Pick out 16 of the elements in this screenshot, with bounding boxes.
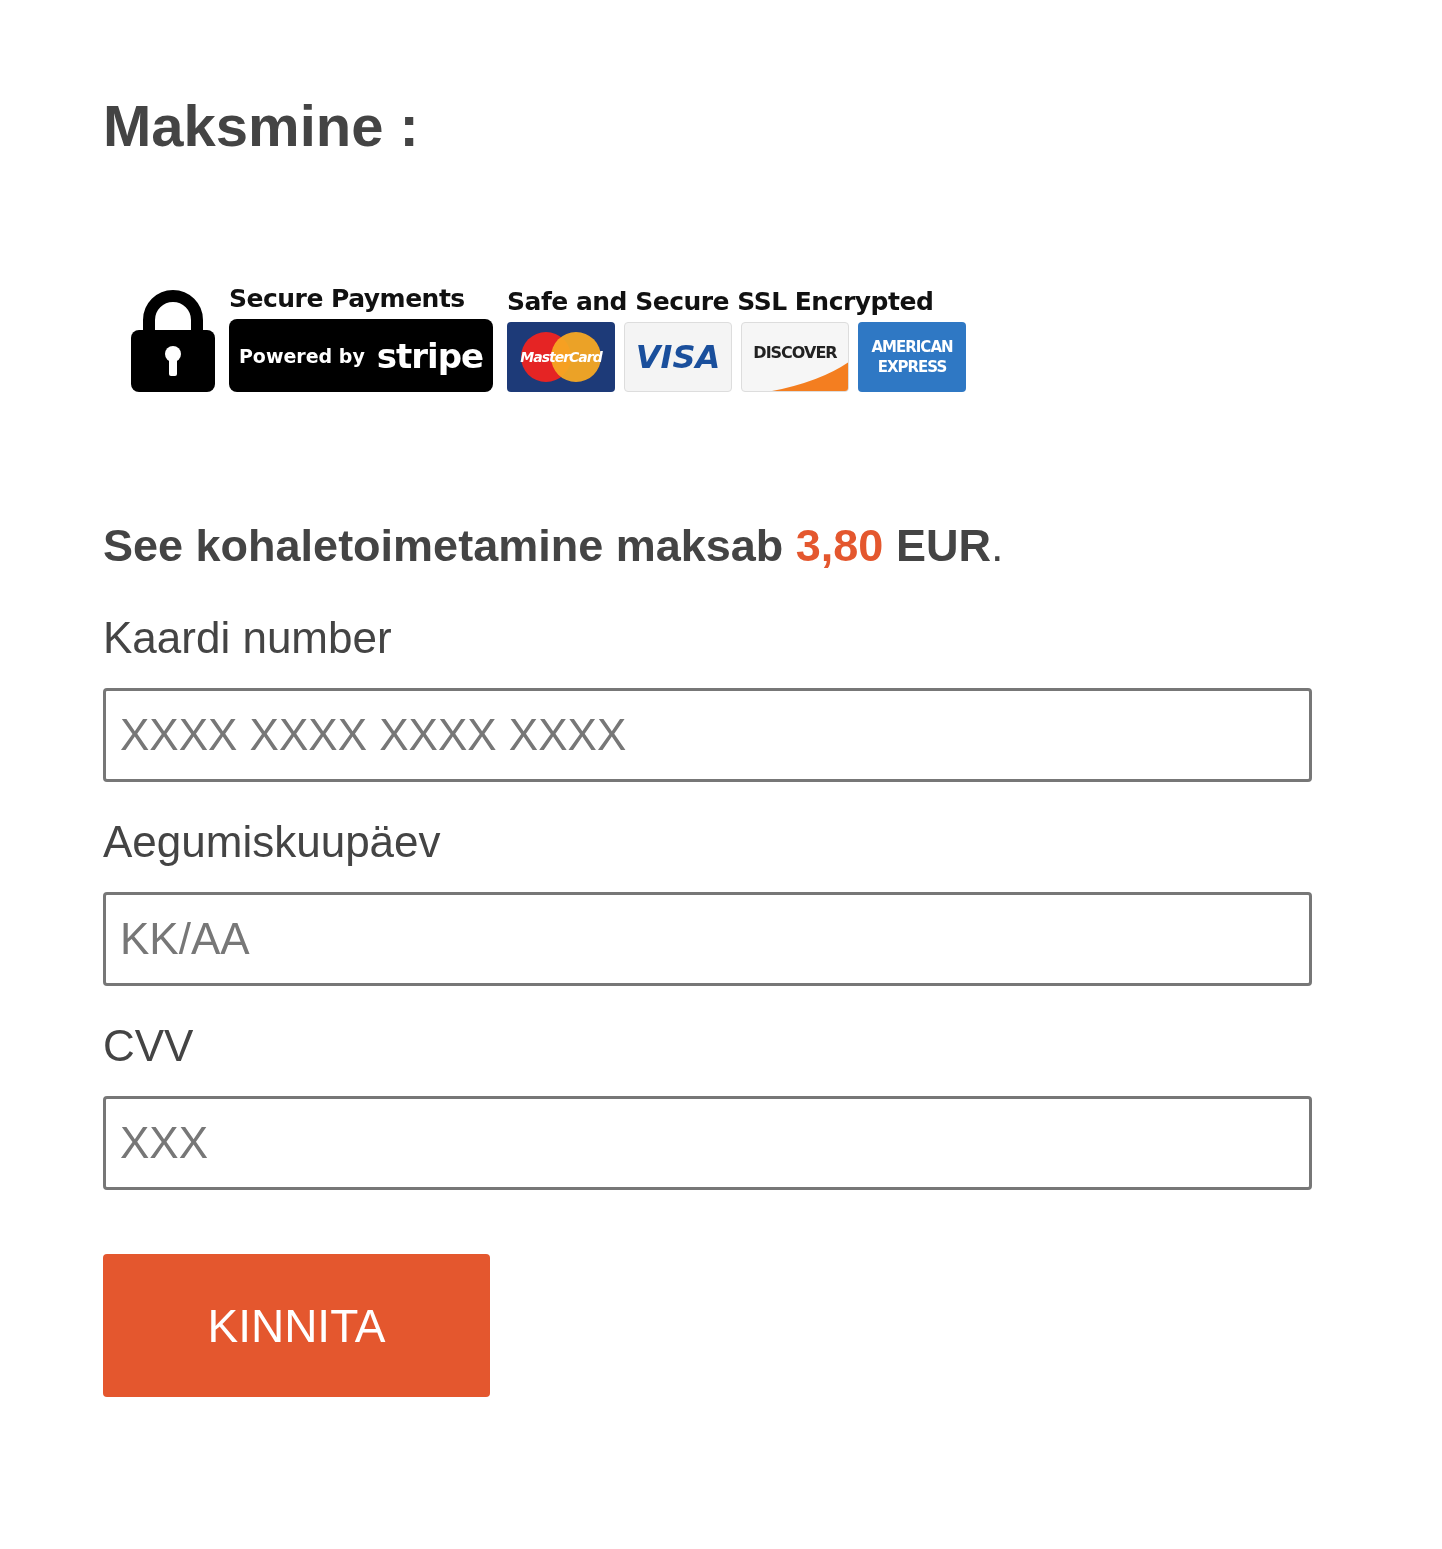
stripe-badge: Powered by stripe <box>229 319 493 392</box>
badge-title: Safe and Secure SSL Encrypted <box>507 287 935 316</box>
badge-title: Secure Payments <box>229 284 466 313</box>
input-field[interactable]: KK/AA <box>103 892 1312 986</box>
amex-logo: AMERICAN EXPRESS <box>858 322 966 392</box>
visa-logo: VISA <box>624 322 732 392</box>
input-field[interactable]: XXXX XXXX XXXX XXXX <box>103 688 1312 782</box>
price-sentence: See kohaletoimetamine maksab 3,80 EUR. <box>103 519 1005 573</box>
input-field[interactable]: XXX <box>103 1096 1312 1190</box>
field-label: Kaardi number <box>103 612 393 664</box>
discover-logo: DISCOVER <box>741 322 849 392</box>
field-label: CVV <box>103 1020 195 1072</box>
confirm-button[interactable]: KINNITA <box>103 1254 490 1397</box>
padlock-icon <box>131 290 215 392</box>
field-label: Aegumiskuupäev <box>103 816 442 868</box>
page-heading: Maksmine : <box>103 92 420 160</box>
